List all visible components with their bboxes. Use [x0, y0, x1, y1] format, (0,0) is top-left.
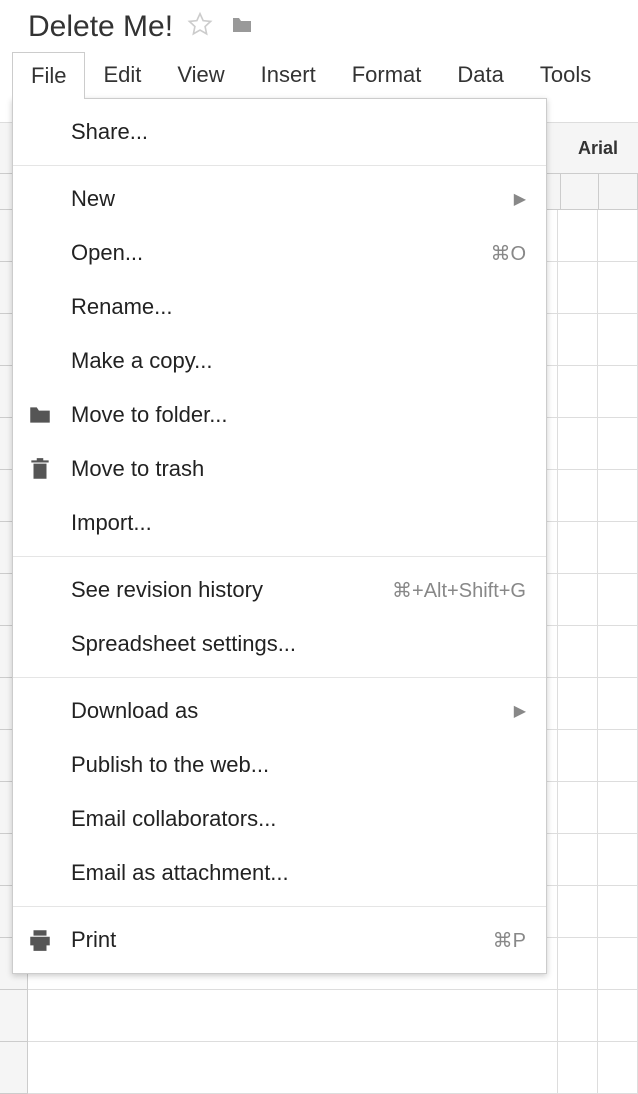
cell[interactable]: [598, 314, 638, 366]
cell[interactable]: [558, 210, 598, 262]
cell[interactable]: [558, 522, 598, 574]
column-header[interactable]: [599, 174, 638, 210]
cell[interactable]: [558, 938, 598, 990]
cell[interactable]: [598, 470, 638, 522]
file-share[interactable]: Share...: [13, 105, 546, 159]
cell[interactable]: [28, 990, 558, 1042]
menu-label: New: [71, 186, 514, 212]
menu-file[interactable]: File: [12, 52, 85, 99]
file-move-trash[interactable]: Move to trash: [13, 442, 546, 496]
menu-label: Import...: [71, 510, 526, 536]
cell[interactable]: [558, 470, 598, 522]
file-download-as[interactable]: Download as ▶: [13, 684, 546, 738]
menu-shortcut: ⌘O: [490, 241, 526, 266]
menu-edit[interactable]: Edit: [85, 52, 159, 99]
font-selector[interactable]: Arial: [578, 138, 618, 159]
menu-shortcut: ⌘+Alt+Shift+G: [392, 578, 526, 603]
menu-label: Move to trash: [71, 456, 526, 482]
cell[interactable]: [598, 782, 638, 834]
cell[interactable]: [558, 782, 598, 834]
menu-format[interactable]: Format: [334, 52, 440, 99]
menu-data[interactable]: Data: [439, 52, 521, 99]
menu-separator: [13, 677, 546, 678]
file-print[interactable]: Print ⌘P: [13, 913, 546, 967]
cell[interactable]: [558, 990, 598, 1042]
cell[interactable]: [558, 1042, 598, 1094]
menu-label: Print: [71, 927, 493, 953]
cell[interactable]: [598, 366, 638, 418]
cell[interactable]: [558, 730, 598, 782]
file-new[interactable]: New ▶: [13, 172, 546, 226]
menu-separator: [13, 165, 546, 166]
menu-label: Open...: [71, 240, 490, 266]
cell[interactable]: [558, 678, 598, 730]
cell[interactable]: [598, 990, 638, 1042]
file-import[interactable]: Import...: [13, 496, 546, 550]
file-email-attachment[interactable]: Email as attachment...: [13, 846, 546, 900]
menu-insert[interactable]: Insert: [243, 52, 334, 99]
file-rename[interactable]: Rename...: [13, 280, 546, 334]
menu-separator: [13, 906, 546, 907]
menu-tools[interactable]: Tools: [522, 52, 609, 99]
menu-separator: [13, 556, 546, 557]
menu-label: See revision history: [71, 577, 392, 603]
menu-view[interactable]: View: [159, 52, 242, 99]
row-header[interactable]: [0, 1042, 28, 1094]
cell[interactable]: [28, 1042, 558, 1094]
cell[interactable]: [598, 626, 638, 678]
folder-icon[interactable]: [227, 13, 257, 42]
file-make-copy[interactable]: Make a copy...: [13, 334, 546, 388]
column-header[interactable]: [561, 174, 600, 210]
menu-label: Download as: [71, 698, 514, 724]
file-spreadsheet-settings[interactable]: Spreadsheet settings...: [13, 617, 546, 671]
cell[interactable]: [598, 210, 638, 262]
cell[interactable]: [558, 886, 598, 938]
cell[interactable]: [598, 418, 638, 470]
star-icon[interactable]: [187, 11, 213, 44]
menu-label: Rename...: [71, 294, 526, 320]
cell[interactable]: [558, 366, 598, 418]
cell[interactable]: [558, 262, 598, 314]
row-header[interactable]: [0, 990, 28, 1042]
cell[interactable]: [598, 938, 638, 990]
cell[interactable]: [598, 886, 638, 938]
cell[interactable]: [598, 522, 638, 574]
cell[interactable]: [558, 314, 598, 366]
cell[interactable]: [558, 574, 598, 626]
menu-label: Email as attachment...: [71, 860, 526, 886]
cell[interactable]: [558, 834, 598, 886]
menu-label: Make a copy...: [71, 348, 526, 374]
file-email-collaborators[interactable]: Email collaborators...: [13, 792, 546, 846]
file-open[interactable]: Open... ⌘O: [13, 226, 546, 280]
menu-label: Share...: [71, 119, 526, 145]
cell[interactable]: [558, 626, 598, 678]
menubar: File Edit View Insert Format Data Tools: [0, 52, 638, 99]
print-icon: [27, 927, 71, 953]
trash-icon: [27, 456, 71, 482]
cell[interactable]: [598, 1042, 638, 1094]
file-revision-history[interactable]: See revision history ⌘+Alt+Shift+G: [13, 563, 546, 617]
cell[interactable]: [598, 574, 638, 626]
cell[interactable]: [558, 418, 598, 470]
menu-shortcut: ⌘P: [493, 928, 526, 953]
document-title[interactable]: Delete Me!: [28, 10, 173, 44]
menu-label: Spreadsheet settings...: [71, 631, 526, 657]
file-move-folder[interactable]: Move to folder...: [13, 388, 546, 442]
folder-icon: [27, 402, 71, 428]
submenu-arrow-icon: ▶: [514, 189, 526, 209]
cell[interactable]: [598, 730, 638, 782]
cell[interactable]: [598, 262, 638, 314]
document-header: Delete Me!: [0, 0, 638, 52]
submenu-arrow-icon: ▶: [514, 701, 526, 721]
menu-label: Move to folder...: [71, 402, 526, 428]
menu-label: Email collaborators...: [71, 806, 526, 832]
menu-label: Publish to the web...: [71, 752, 526, 778]
cell[interactable]: [598, 834, 638, 886]
file-menu-dropdown: Share... New ▶ Open... ⌘O Rename... Make…: [12, 98, 547, 974]
file-publish-web[interactable]: Publish to the web...: [13, 738, 546, 792]
cell[interactable]: [598, 678, 638, 730]
